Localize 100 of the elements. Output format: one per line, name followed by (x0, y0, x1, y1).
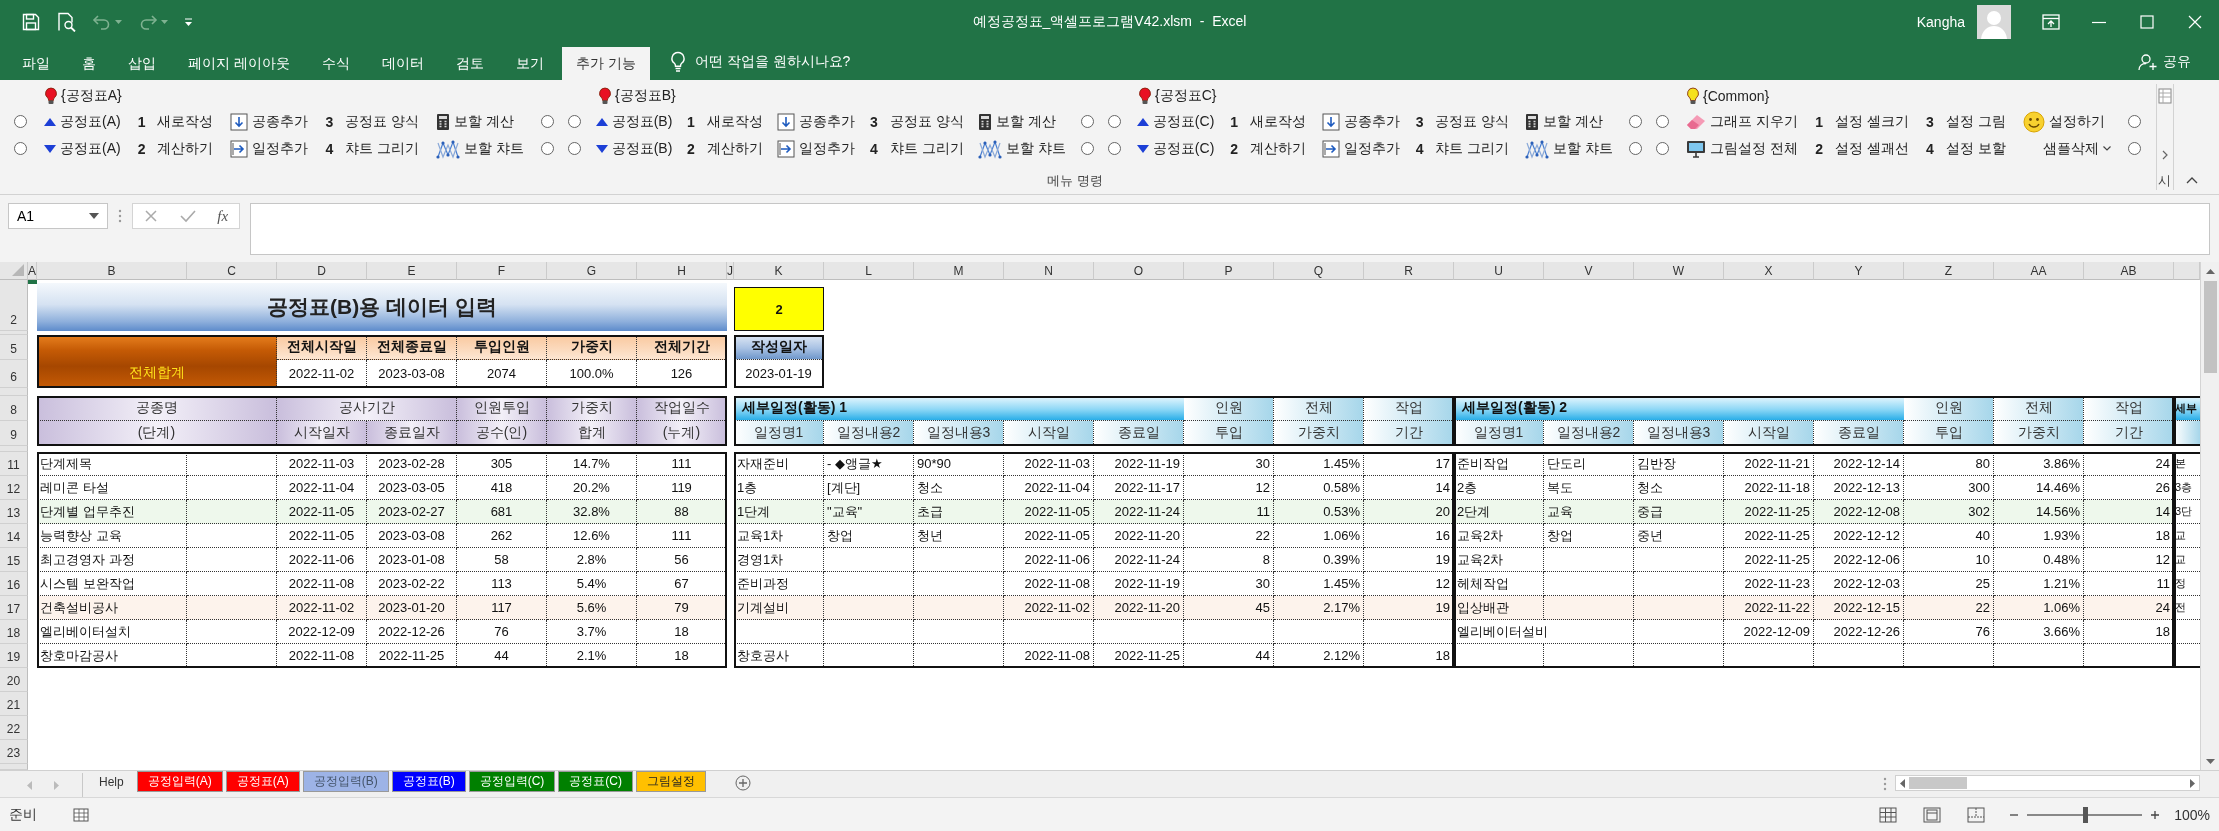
radio-button[interactable] (14, 115, 27, 128)
row-header[interactable]: 9 (0, 421, 28, 446)
column-header[interactable]: F (457, 262, 547, 280)
row-header[interactable]: 12 (0, 476, 28, 500)
menu-command[interactable]: 공종추가 (230, 112, 309, 131)
menu-command[interactable]: 4 챠트 그리기 (1415, 139, 1510, 158)
menu-command[interactable]: 1 설정 셀크기 (1815, 112, 1909, 131)
radio-button[interactable] (568, 142, 581, 155)
menu-command[interactable]: 공정표(C) (1136, 139, 1215, 158)
drag-handle-icon[interactable] (118, 209, 122, 223)
ribbon-tab[interactable]: 페이지 레이아웃 (174, 47, 304, 80)
menu-command[interactable]: 4 설정 보할 (1926, 139, 2006, 158)
radio-button[interactable] (1656, 142, 1669, 155)
sheet-tab[interactable]: 공정표(A) (225, 771, 300, 792)
sheet-tab[interactable]: 공정표(B) (391, 771, 466, 792)
radio-button[interactable] (540, 115, 554, 128)
sheet-tab[interactable]: 공정표(C) (558, 771, 634, 792)
column-header[interactable]: Z (1904, 262, 1994, 280)
column-header[interactable]: N (1004, 262, 1094, 280)
drag-handle-icon[interactable] (1883, 777, 1887, 791)
column-header[interactable]: AB (2084, 262, 2174, 280)
chevron-right-icon[interactable] (2161, 150, 2169, 160)
radio-button[interactable] (1081, 115, 1094, 128)
column-header[interactable]: V (1544, 262, 1634, 280)
radio-button[interactable] (1108, 142, 1121, 155)
ribbon-tab[interactable]: 보기 (501, 47, 558, 80)
menu-command[interactable]: 2 계산하기 (1230, 139, 1306, 158)
menu-command[interactable]: 보할 챠트 (978, 138, 1067, 159)
menu-command[interactable]: 그래프 지우기 (1686, 112, 1799, 131)
scroll-thumb[interactable] (1909, 777, 1967, 789)
scroll-right-icon[interactable] (2190, 778, 2196, 788)
row-header[interactable]: 19 (0, 644, 28, 668)
column-header[interactable]: M (914, 262, 1004, 280)
row-header[interactable]: 14 (0, 524, 28, 548)
formula-input[interactable] (250, 203, 2210, 255)
undo-icon[interactable] (92, 14, 112, 30)
menu-command[interactable]: 3 공정표 양식 (1415, 112, 1510, 131)
save-icon[interactable] (22, 13, 40, 31)
menu-command[interactable]: 보할 계산 (978, 112, 1067, 131)
menu-command[interactable]: 보할 챠트 (1525, 138, 1614, 159)
new-sheet-icon[interactable] (735, 775, 752, 791)
menu-command[interactable]: 2 설정 셀괘선 (1815, 139, 1909, 158)
menu-command[interactable]: 공정표(C) (1136, 112, 1215, 131)
page-break-icon[interactable] (1967, 806, 1986, 823)
sheet-tab[interactable]: 그림설정 (636, 771, 707, 792)
collapse-ribbon-icon[interactable] (2186, 177, 2198, 184)
zoom-thumb[interactable] (2082, 806, 2088, 823)
insert-function-button[interactable]: fx (217, 207, 229, 225)
column-header[interactable]: E (367, 262, 457, 280)
column-header[interactable]: L (824, 262, 914, 280)
radio-button[interactable] (14, 142, 27, 155)
row-header[interactable]: 5 (0, 335, 28, 360)
menu-dropdown[interactable]: 샘플삭제 (2042, 139, 2111, 158)
print-preview-icon[interactable] (56, 12, 76, 32)
column-header[interactable]: O (1094, 262, 1184, 280)
row-header[interactable]: 11 (0, 452, 28, 476)
column-header[interactable]: K (734, 262, 824, 280)
check-icon[interactable] (179, 209, 196, 223)
menu-command[interactable]: 일정추가 (1321, 139, 1400, 158)
menu-command[interactable]: 보할 챠트 (436, 138, 524, 159)
caret-icon[interactable] (89, 213, 99, 219)
column-header[interactable]: AA (1994, 262, 2084, 280)
column-header[interactable]: R (1364, 262, 1454, 280)
column-header[interactable]: X (1724, 262, 1814, 280)
menu-command[interactable]: 공종추가 (777, 112, 856, 131)
row-header[interactable]: 13 (0, 500, 28, 524)
menu-command[interactable]: 설정하기 (2022, 110, 2111, 133)
scroll-down-icon[interactable] (2205, 758, 2215, 765)
close-icon[interactable] (2187, 14, 2203, 30)
scroll-up-icon[interactable] (2205, 267, 2215, 274)
row-header[interactable]: 20 (0, 668, 28, 692)
redo-icon[interactable] (138, 14, 158, 30)
ribbon-tab[interactable]: 삽입 (114, 47, 170, 80)
ribbon-tab[interactable]: 파일 (8, 47, 64, 80)
row-header[interactable]: 23 (0, 740, 28, 764)
ribbon-tab[interactable]: 검토 (441, 47, 498, 80)
zoom-level[interactable]: 100% (2174, 806, 2210, 823)
radio-button[interactable] (540, 142, 554, 155)
menu-command[interactable]: 공종추가 (1321, 112, 1400, 131)
menu-command[interactable]: 3 공정표 양식 (325, 112, 420, 131)
menu-command[interactable]: 1 새로작성 (687, 112, 763, 131)
column-header[interactable]: D (277, 262, 367, 280)
user-name[interactable]: Kangha (1916, 14, 1965, 30)
column-header[interactable]: G (547, 262, 637, 280)
radio-button[interactable] (2127, 115, 2141, 128)
sheet-tab[interactable]: 공정입력(C) (468, 771, 556, 792)
column-header[interactable]: C (187, 262, 277, 280)
row-header[interactable]: 18 (0, 620, 28, 644)
column-header[interactable]: B (37, 262, 187, 280)
column-header[interactable]: Y (1814, 262, 1904, 280)
menu-command[interactable]: 보할 계산 (436, 112, 524, 131)
sheet-icon[interactable] (73, 807, 89, 822)
menu-command[interactable]: 공정표(B) (595, 112, 673, 131)
customize-toolbar-icon[interactable] (184, 18, 193, 26)
row-header[interactable]: 16 (0, 572, 28, 596)
horizontal-scrollbar[interactable] (1895, 775, 2200, 791)
menu-command[interactable]: 공정표(A) (44, 112, 121, 131)
menu-command[interactable]: 2 계산하기 (687, 139, 763, 158)
menu-command[interactable]: 그림설정 전체 (1686, 139, 1799, 158)
row-header[interactable]: 17 (0, 596, 28, 620)
